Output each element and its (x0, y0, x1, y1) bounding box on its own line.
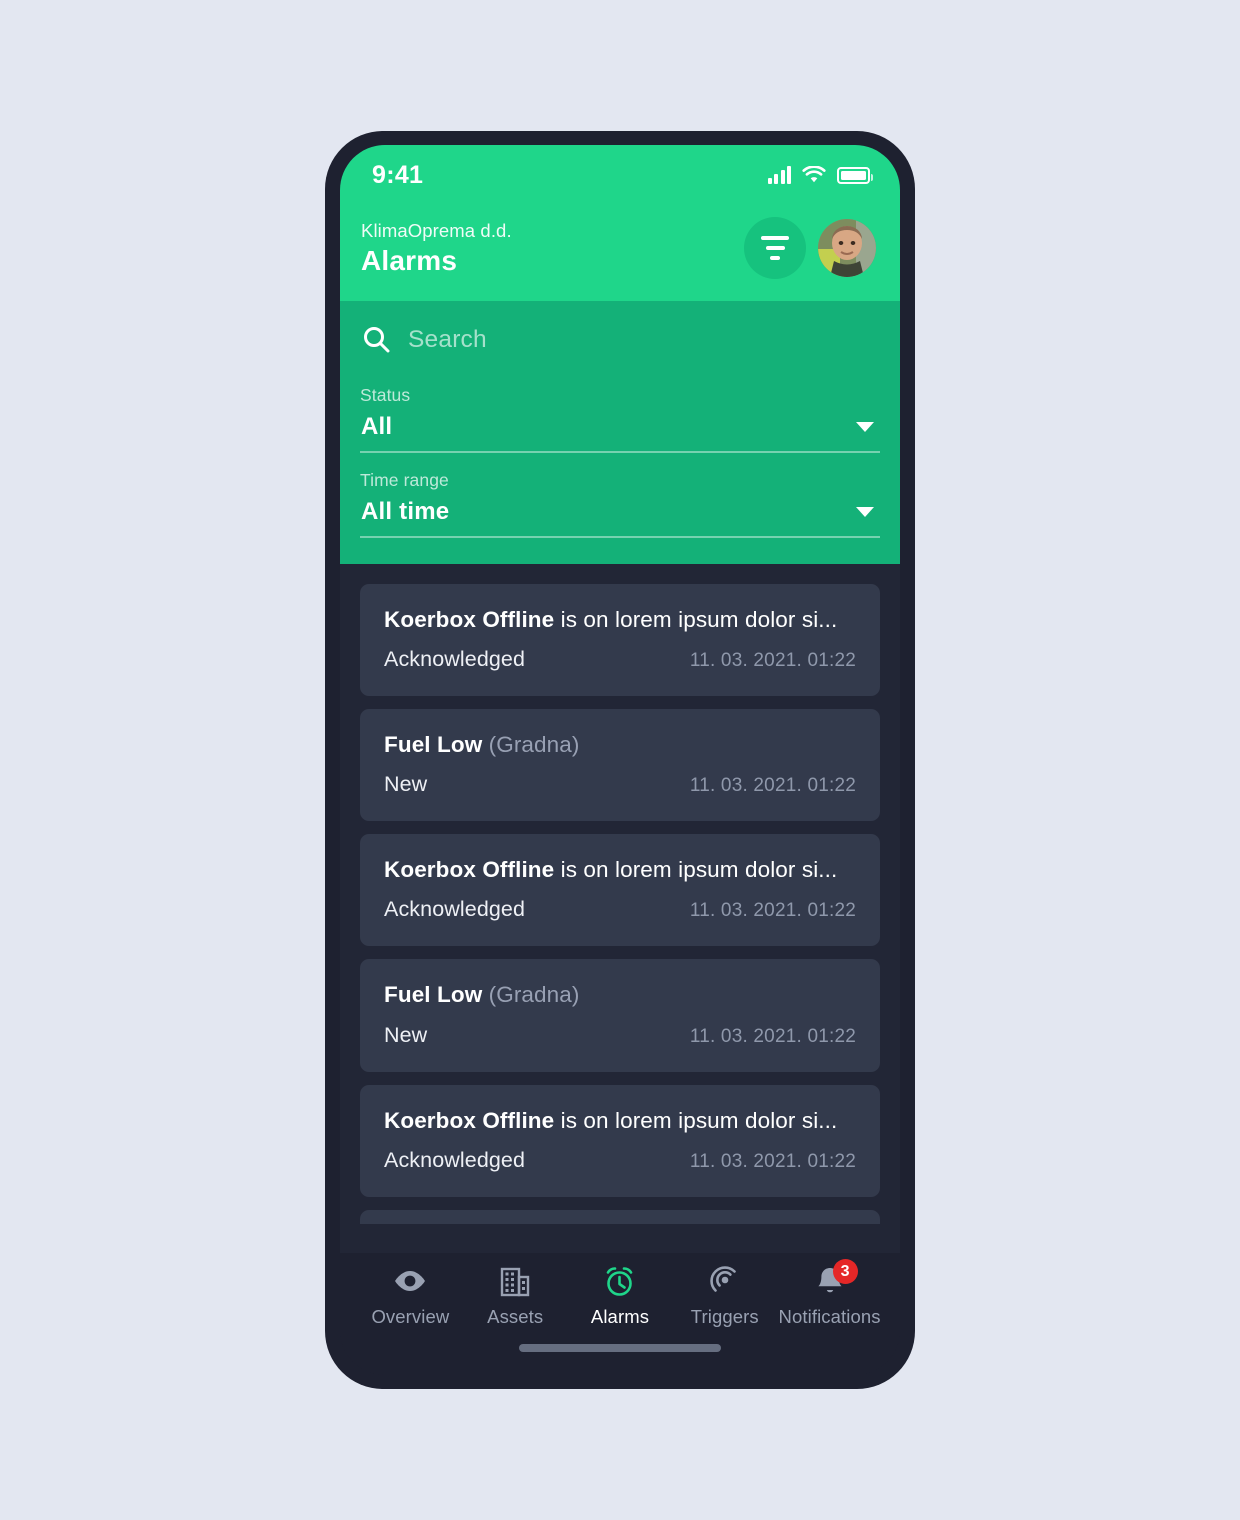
alarm-timestamp: 11. 03. 2021. 01:22 (689, 650, 856, 672)
alarm-title: Fuel Low (Gradna) (384, 981, 856, 1009)
time-range-filter-label: Time range (360, 470, 449, 490)
alarm-card[interactable]: Fuel Low (Gradna) New 11. 03. 2021. 01:22 (360, 709, 880, 822)
alarm-clock-icon (603, 1265, 636, 1297)
radar-icon (709, 1265, 741, 1297)
alarm-meta: Acknowledged 11. 03. 2021. 01:22 (384, 647, 856, 672)
alarm-meta: New 11. 03. 2021. 01:22 (384, 1023, 856, 1048)
alarm-title-detail: is on lorem ipsum dolor si... (554, 1107, 838, 1133)
nav-item-triggers[interactable]: Triggers (672, 1265, 777, 1328)
nav-item-label: Assets (487, 1306, 544, 1327)
bottom-navigation: Overview Assets Alarms Triggers 3 Notificatio… (340, 1253, 900, 1375)
time-range-filter-value: All time (361, 498, 450, 525)
eye-icon (393, 1265, 427, 1297)
nav-item-assets[interactable]: Assets (463, 1265, 568, 1328)
canvas: 9:41 KlimaOprema d.d. Alarms Search Stat… (0, 0, 1240, 1520)
filter-icon[interactable] (744, 217, 806, 279)
filter-panel: Search Status All Time range All time (340, 301, 900, 564)
alarm-timestamp: 11. 03. 2021. 01:22 (689, 900, 856, 922)
app-header: KlimaOprema d.d. Alarms (340, 205, 900, 301)
nav-item-notifications[interactable]: 3 Notifications (777, 1259, 882, 1328)
nav-item-alarms[interactable]: Alarms (568, 1265, 673, 1328)
header-titles: KlimaOprema d.d. Alarms (361, 220, 512, 277)
alarm-card[interactable]: Fuel Low (Gradna) New 11. 03. 2021. 01:22 (360, 959, 880, 1072)
status-filter-control[interactable]: All (360, 406, 880, 453)
header-actions (744, 217, 876, 279)
search-placeholder: Search (408, 325, 487, 353)
nav-item-label: Triggers (690, 1306, 759, 1327)
alarm-title: Fuel Low (Gradna) (384, 731, 856, 759)
status-filter[interactable]: Status All (360, 368, 880, 453)
alarm-list[interactable]: Koerbox Offline is on lorem ipsum dolor … (340, 564, 900, 1224)
chevron-down-icon (856, 422, 874, 432)
nav-item-label: Notifications (778, 1306, 881, 1327)
alarm-status: New (384, 1022, 428, 1047)
cellular-signal-icon (767, 166, 791, 184)
alarm-title-name: Fuel Low (384, 732, 483, 758)
alarm-status: Acknowledged (384, 897, 526, 922)
alarm-title: Koerbox Offline is on lorem ipsum dolor … (384, 606, 856, 634)
alarm-title-name: Koerbox Offline (384, 857, 555, 883)
alarm-timestamp: 11. 03. 2021. 01:22 (689, 1150, 856, 1172)
time-range-filter-control[interactable]: All time (360, 491, 880, 538)
alarm-card[interactable]: Fuel Low (Gradna) (360, 1209, 880, 1224)
alarm-meta: Acknowledged 11. 03. 2021. 01:22 (384, 897, 856, 922)
time-range-filter[interactable]: Time range All time (360, 453, 880, 538)
alarm-title-detail: (Gradna) (482, 982, 580, 1008)
alarm-meta: New 11. 03. 2021. 01:22 (384, 772, 856, 797)
alarm-status: Acknowledged (384, 647, 526, 672)
page-title: Alarms (361, 244, 458, 276)
alarm-card[interactable]: Koerbox Offline is on lorem ipsum dolor … (360, 834, 880, 947)
notification-badge: 3 (832, 1259, 858, 1284)
alarm-title-name: Fuel Low (384, 982, 483, 1008)
status-bar-clock: 9:41 (372, 160, 424, 189)
search-input[interactable]: Search (360, 307, 880, 368)
alarm-card[interactable]: Koerbox Offline is on lorem ipsum dolor … (360, 1084, 880, 1197)
building-icon (499, 1265, 531, 1297)
alarm-timestamp: 11. 03. 2021. 01:22 (689, 775, 856, 797)
alarm-title-name: Koerbox Offline (384, 607, 555, 632)
alarm-card[interactable]: Koerbox Offline is on lorem ipsum dolor … (360, 584, 880, 697)
alarm-title: Koerbox Offline is on lorem ipsum dolor … (384, 1107, 856, 1135)
home-indicator (519, 1344, 721, 1352)
alarm-title-detail: is on lorem ipsum dolor si... (554, 857, 838, 883)
status-filter-value: All (361, 413, 393, 440)
alarm-status: Acknowledged (384, 1147, 526, 1172)
status-filter-label: Status (360, 385, 411, 405)
status-bar: 9:41 (340, 145, 900, 205)
phone-frame: 9:41 KlimaOprema d.d. Alarms Search Stat… (325, 131, 915, 1389)
nav-item-label: Overview (371, 1306, 450, 1327)
status-bar-icons (767, 166, 873, 184)
alarm-status: New (384, 772, 428, 797)
nav-item-label: Alarms (590, 1306, 650, 1327)
chevron-down-icon (856, 507, 874, 517)
alarm-meta: Acknowledged 11. 03. 2021. 01:22 (384, 1148, 856, 1173)
phone-screen: 9:41 KlimaOprema d.d. Alarms Search Stat… (340, 145, 900, 1375)
battery-icon (837, 167, 873, 184)
user-avatar[interactable] (818, 219, 876, 277)
bell-icon: 3 (815, 1259, 858, 1297)
alarm-title-name: Koerbox Offline (384, 1107, 555, 1133)
nav-item-overview[interactable]: Overview (358, 1265, 463, 1328)
alarm-title-detail: is on lorem ipsum dolor si... (554, 607, 838, 632)
organization-name: KlimaOprema d.d. (361, 219, 512, 241)
alarm-title-detail: (Gradna) (482, 732, 580, 758)
alarm-timestamp: 11. 03. 2021. 01:22 (689, 1025, 856, 1047)
wifi-icon (802, 166, 826, 183)
search-icon (364, 327, 390, 353)
alarm-title: Koerbox Offline is on lorem ipsum dolor … (384, 856, 856, 884)
